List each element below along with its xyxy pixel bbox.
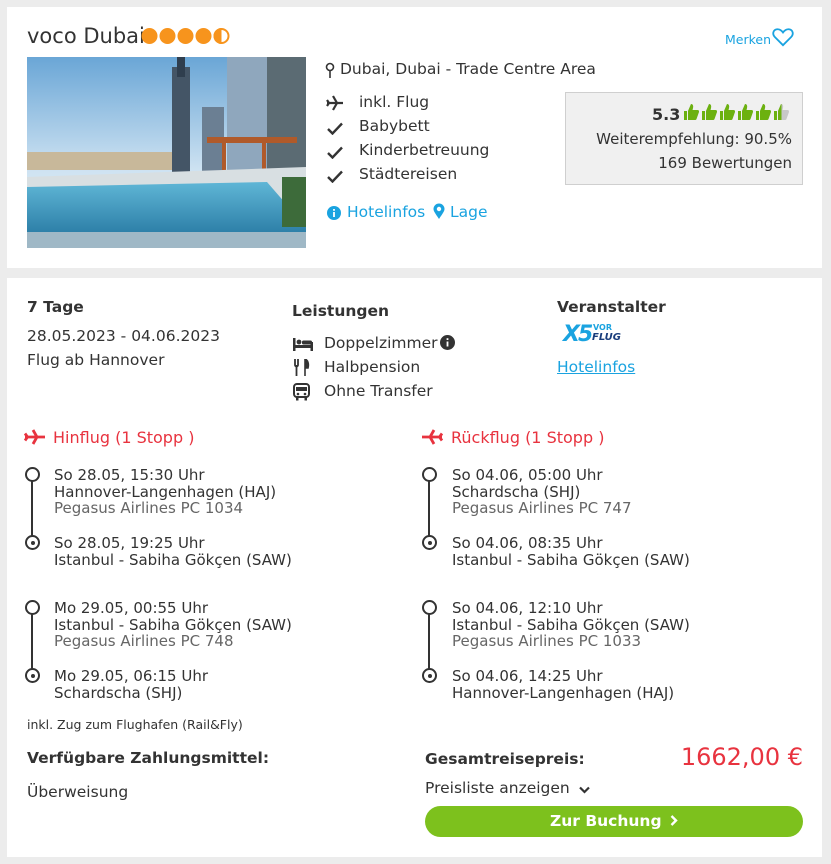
heart-icon[interactable] [772,27,794,51]
thumbs-up-icon [720,104,736,120]
price-list-label[interactable]: Preisliste anzeigen [425,779,570,797]
departure-dot [422,467,437,482]
operator-title: Veranstalter [557,298,666,316]
offer-dates: 28.05.2023 - 04.06.2023 [27,327,220,345]
arrival-dot [25,535,40,550]
timeline-line [428,608,430,676]
payment-method: Überweisung [27,783,129,801]
book-button-label: Zur Buchung [550,812,662,830]
flight-segment: So 28.05, 15:30 Uhr Hannover-Langenhagen… [54,466,277,517]
service-room: Doppelzimmer [324,334,438,352]
payment-title: Verfügbare Zahlungsmittel: [27,749,270,767]
timeline-line [428,475,430,543]
rail-fly-note: inkl. Zug zum Flughafen (Rail&Fly) [27,717,243,732]
thumbs-up-icon [738,104,754,120]
thumbs-up-icon [756,104,772,120]
lage-link[interactable]: Lage [450,203,488,221]
review-count: 169 Bewertungen [658,154,792,172]
outbound-title: Hinflug (1 Stopp ) [53,428,195,447]
arrival-dot [25,668,40,683]
flight-arrival: So 28.05, 19:25 Uhr Istanbul - Sabiha Gö… [54,534,292,569]
hotel-name[interactable]: voco Dubai [27,24,145,48]
arrival-dot [422,535,437,550]
hotel-location: Dubai, Dubai - Trade Centre Area [340,60,596,78]
hotelinfos-link[interactable]: Hotelinfos [347,203,425,221]
flight-segment: So 04.06, 05:00 Uhr Schardscha (SHJ) Peg… [452,466,632,517]
departure-dot [25,467,40,482]
hotel-stars [141,27,231,45]
offer-duration: 7 Tage [27,298,84,316]
hotel-card: voco Dubai Merken Dubai, Dubai - Trade C… [7,7,822,268]
flight-arrival: So 04.06, 08:35 Uhr Istanbul - Sabiha Gö… [452,534,690,569]
flight-segment: So 04.06, 12:10 Uhr Istanbul - Sabiha Gö… [452,599,690,650]
feature-item: Städtereisen [359,165,458,183]
offer-card: 7 Tage 28.05.2023 - 04.06.2023 Flug ab H… [7,278,822,857]
check-icon [327,120,343,139]
bed-icon [293,336,313,355]
thumbs-rating-icons [683,103,793,125]
location-pin-icon [325,62,335,82]
book-button[interactable]: Zur Buchung [425,806,803,837]
timeline-line [31,608,33,676]
arrival-dot [422,668,437,683]
chevron-down-icon[interactable] [578,780,590,798]
service-board: Halbpension [324,358,421,376]
flight-segment: Mo 29.05, 00:55 Uhr Istanbul - Sabiha Gö… [54,599,292,650]
operator-logo: X5 VOR FLUG [563,322,621,347]
thumbs-up-icon [684,104,700,120]
info-icon[interactable] [327,205,341,224]
rating-box[interactable]: 5.3 Weiterempfehlung: 90.5% 169 Bewertun… [565,92,803,185]
room-info-icon[interactable] [440,335,455,354]
offer-departure: Flug ab Hannover [27,351,165,369]
departure-dot [25,600,40,615]
price-list-toggle[interactable]: Preisliste anzeigen [425,779,590,798]
hotel-photo[interactable] [27,57,306,248]
total-price: 1662,00 € [680,743,803,771]
total-price-label: Gesamtreisepreis: [425,750,585,768]
feature-item: Babybett [359,117,430,135]
chevron-right-icon [670,806,678,837]
thumbs-up-icon [702,104,718,120]
feature-item: Kinderbetreuung [359,141,490,159]
operator-hotelinfos-link[interactable]: Hotelinfos [557,358,635,376]
departure-dot [422,600,437,615]
flight-arrival: So 04.06, 14:25 Uhr Hannover-Langenhagen… [452,667,675,702]
check-icon [327,168,343,187]
return-title: Rückflug (1 Stopp ) [451,428,605,447]
plane-return-icon [421,429,444,449]
cutlery-icon [294,357,310,380]
rating-score: 5.3 [652,105,681,124]
merken-link[interactable]: Merken [725,32,771,47]
flight-arrival: Mo 29.05, 06:15 Uhr Schardscha (SHJ) [54,667,209,702]
service-transfer: Ohne Transfer [324,382,433,400]
map-pin-icon[interactable] [433,203,445,224]
plane-outbound-icon [23,429,46,449]
check-icon [327,144,343,163]
feature-item: inkl. Flug [359,93,430,111]
recommendation-rate: Weiterempfehlung: 90.5% [596,130,792,148]
bus-icon [293,383,310,405]
timeline-line [31,475,33,543]
services-title: Leistungen [292,302,390,320]
thumbs-up-icon [774,104,790,120]
plane-icon [326,95,344,115]
